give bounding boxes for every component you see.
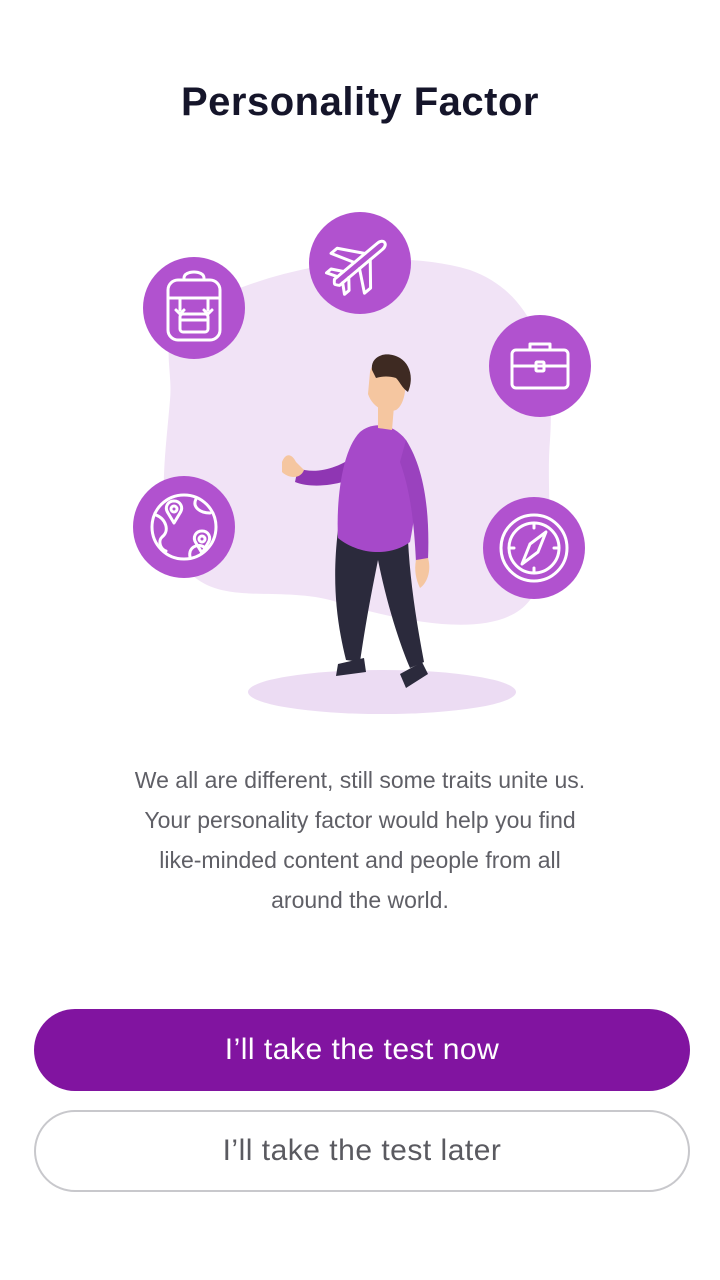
description-text: We all are different, still some traits …: [90, 760, 630, 920]
compass-icon: [483, 497, 585, 599]
onboarding-screen: Personality Factor We all are different,…: [0, 0, 720, 1280]
personality-illustration: [110, 200, 610, 730]
take-test-later-button[interactable]: I’ll take the test later: [34, 1110, 690, 1192]
description-line: around the world.: [271, 887, 449, 913]
airplane-icon: [309, 212, 411, 314]
globe-pin-icon: [133, 476, 235, 578]
description-line: Your personality factor would help you f…: [144, 807, 576, 833]
backpack-icon: [143, 257, 245, 359]
description-line: We all are different, still some traits …: [134, 767, 586, 793]
ground-shadow: [248, 670, 516, 714]
description-line: like-minded content and people from all: [159, 847, 561, 873]
briefcase-icon: [489, 315, 591, 417]
page-title: Personality Factor: [180, 80, 539, 124]
take-test-now-button[interactable]: I’ll take the test now: [34, 1009, 690, 1091]
